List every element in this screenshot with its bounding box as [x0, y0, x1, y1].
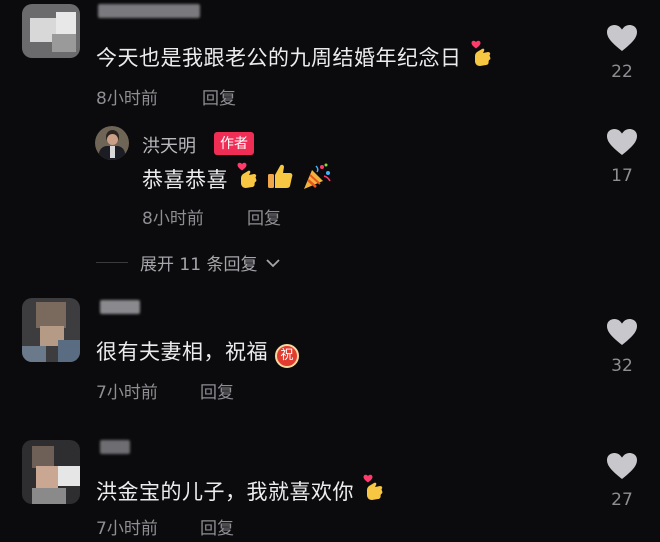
avatar[interactable]	[22, 440, 80, 504]
like-count: 22	[611, 62, 633, 82]
comment-time: 7小时前	[96, 383, 158, 403]
like-count: 32	[611, 356, 633, 376]
heart-icon	[606, 24, 638, 52]
username-blurred[interactable]	[100, 300, 140, 314]
author-name[interactable]: 洪天明	[142, 132, 196, 158]
comment-text: 今天也是我跟老公的九周结婚年纪念日	[96, 40, 493, 72]
comment-time: 8小时前	[142, 209, 204, 229]
like-count: 27	[611, 490, 633, 510]
expand-divider	[96, 262, 128, 263]
reply-item: 洪天明 作者 恭喜恭喜 8小时前 回复 17	[0, 112, 660, 242]
heart-icon	[606, 318, 638, 346]
reply-button[interactable]: 回复	[202, 84, 236, 109]
comment-item: 今天也是我跟老公的九周结婚年纪念日 8小时前 回复 22	[0, 0, 660, 112]
avatar[interactable]	[22, 298, 80, 362]
reply-button[interactable]: 回复	[200, 514, 234, 539]
reply-button[interactable]: 回复	[247, 204, 281, 229]
comment-item: 很有夫妻相，祝福 祝 7小时前 回复 32	[0, 290, 660, 410]
comment-item: 洪金宝的儿子，我就喜欢你 7小时前 回复 27	[0, 430, 660, 542]
like-count: 17	[611, 166, 633, 186]
finger-heart-icon	[235, 162, 259, 190]
expand-replies-button[interactable]: 展开 11 条回复	[140, 250, 281, 275]
heart-icon	[606, 128, 638, 156]
author-avatar[interactable]	[95, 126, 129, 160]
username-blurred[interactable]	[98, 4, 200, 18]
comment-time: 7小时前	[96, 519, 158, 539]
comment-time: 8小时前	[96, 89, 158, 109]
finger-heart-icon	[361, 474, 385, 502]
comment-text: 洪金宝的儿子，我就喜欢你	[96, 474, 385, 506]
chevron-down-icon	[266, 259, 280, 268]
comment-text: 恭喜恭喜	[142, 162, 332, 194]
party-popper-icon	[302, 162, 332, 190]
username-blurred[interactable]	[100, 440, 130, 454]
thumbs-up-icon	[266, 162, 294, 190]
comment-text: 很有夫妻相，祝福 祝	[96, 336, 300, 368]
finger-heart-icon	[469, 40, 493, 68]
like-button[interactable]: 17	[602, 128, 642, 186]
like-button[interactable]: 27	[602, 452, 642, 510]
heart-icon	[606, 452, 638, 480]
reply-button[interactable]: 回复	[200, 378, 234, 403]
like-button[interactable]: 22	[602, 24, 642, 82]
avatar[interactable]	[22, 4, 80, 58]
expand-replies-label: 展开 11 条回复	[140, 255, 258, 275]
like-button[interactable]: 32	[602, 318, 642, 376]
blessing-badge-icon: 祝	[275, 344, 300, 368]
author-badge: 作者	[214, 132, 254, 155]
